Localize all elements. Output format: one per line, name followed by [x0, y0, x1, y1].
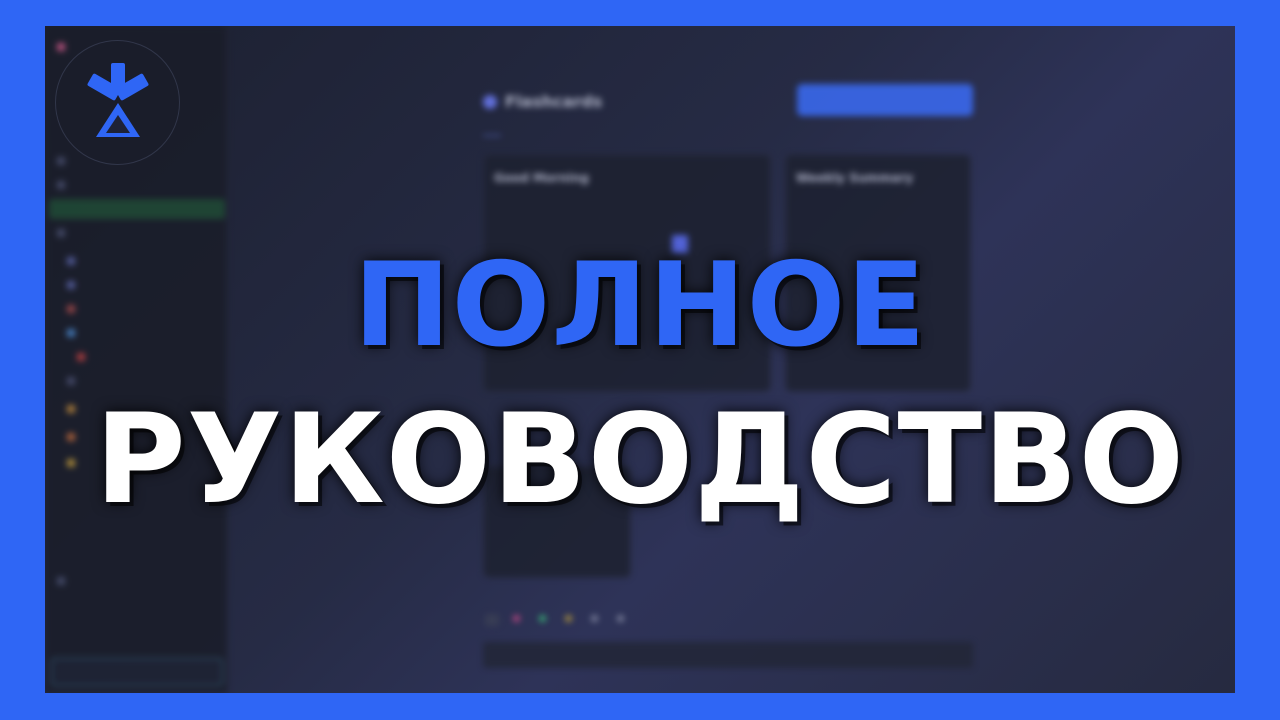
- sidebar-item[interactable]: [57, 574, 65, 588]
- app-title-text: Flashcards: [505, 92, 603, 111]
- sidebar-input[interactable]: [51, 658, 223, 686]
- filter-dot-icon: [565, 615, 572, 622]
- asterisk-triangle-logo-icon: [87, 63, 149, 137]
- tab-1[interactable]: [483, 126, 501, 136]
- filter-chip[interactable]: [591, 615, 603, 625]
- filter-dot-icon: [591, 615, 598, 622]
- filter-grid-icon[interactable]: [485, 614, 499, 626]
- headline-line-1: ПОЛНОЕ: [353, 238, 927, 373]
- filter-chip[interactable]: [539, 615, 551, 625]
- app-title: Flashcards: [483, 92, 602, 111]
- pages-icon: [57, 229, 65, 237]
- flashcards-icon: [483, 94, 497, 109]
- morning-card-title: Good Morning: [494, 171, 589, 185]
- filter-chip[interactable]: [617, 615, 629, 625]
- primary-action-button[interactable]: [797, 84, 973, 116]
- folder-icon: [57, 181, 65, 189]
- tab-4[interactable]: [601, 126, 641, 136]
- sidebar-item[interactable]: [57, 178, 65, 192]
- weekly-summary-title: Weekly Summary: [796, 171, 914, 185]
- headline-line-2: РУКОВОДСТВО: [94, 388, 1186, 532]
- filter-dot-icon: [617, 615, 624, 622]
- sidebar-item-active[interactable]: [49, 199, 225, 219]
- app-logo: [55, 40, 180, 165]
- help-icon: [57, 577, 65, 585]
- filter-dot-icon: [513, 615, 520, 622]
- filter-dot-icon: [539, 615, 546, 622]
- tab-2[interactable]: [517, 126, 539, 136]
- filter-row: [485, 614, 629, 626]
- filter-chip[interactable]: [513, 615, 525, 625]
- page-icon: [67, 377, 75, 385]
- filter-chip[interactable]: [565, 615, 577, 625]
- tab-3[interactable]: [555, 126, 585, 136]
- tab-bar: [483, 126, 641, 136]
- sidebar-item[interactable]: [67, 374, 75, 388]
- table-header: [483, 642, 973, 668]
